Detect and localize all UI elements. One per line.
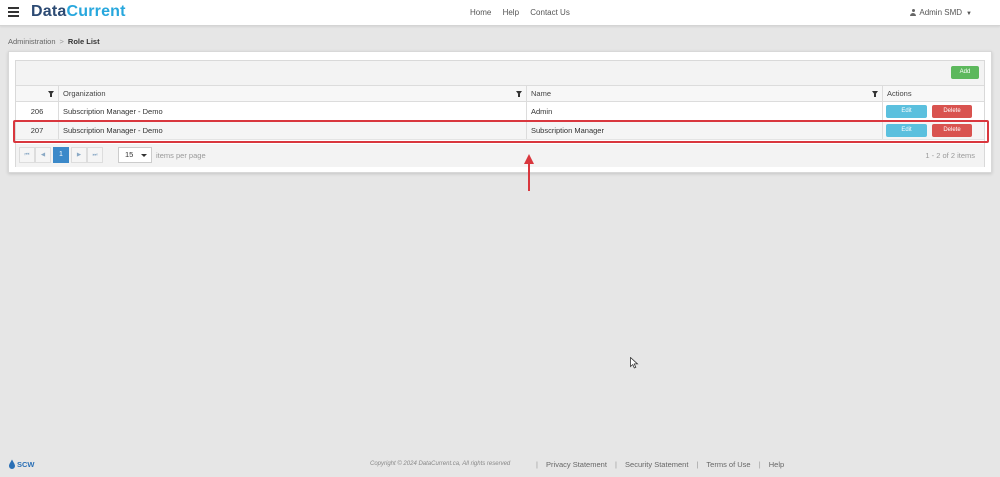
user-menu[interactable]: Admin SMD ▼: [910, 8, 972, 17]
row-actions: Edit Delete: [883, 121, 986, 139]
footer-separator: |: [758, 460, 761, 469]
items-per-page-label: items per page: [156, 151, 206, 160]
column-header-name[interactable]: Name: [527, 86, 883, 101]
logo-part-1: Data: [31, 3, 67, 20]
table-row[interactable]: 207 Subscription Manager - Demo Subscrip…: [16, 121, 984, 140]
page-button-current[interactable]: 1: [53, 147, 69, 163]
column-header-actions: Actions: [887, 89, 912, 98]
nav-contact-link[interactable]: Contact Us: [530, 8, 570, 17]
items-count: 1 - 2 of 2 items: [925, 151, 975, 160]
breadcrumb: Administration > Role List: [8, 37, 100, 46]
row-actions: Edit Delete: [883, 102, 986, 120]
table-row[interactable]: 206 Subscription Manager - Demo Admin Ed…: [16, 102, 984, 121]
column-header-organization[interactable]: Organization: [59, 86, 527, 101]
grid-header: Organization Name Actions: [16, 86, 984, 102]
mouse-cursor-icon: [630, 357, 639, 369]
last-page-icon[interactable]: ⏭: [87, 147, 103, 163]
footer-separator: |: [536, 460, 538, 469]
help-link[interactable]: Help: [769, 460, 784, 469]
page-size-value: 15: [125, 150, 134, 159]
menu-icon[interactable]: [8, 7, 19, 17]
filter-icon[interactable]: [48, 91, 54, 97]
footer-separator: |: [615, 460, 617, 469]
app-logo[interactable]: DataCurrent: [31, 3, 126, 21]
column-header-name-label: Name: [531, 89, 552, 98]
svg-text:SCW: SCW: [17, 460, 35, 469]
row-id: 206: [16, 102, 59, 120]
nav-help-link[interactable]: Help: [503, 8, 519, 17]
nav-home-link[interactable]: Home: [470, 8, 491, 17]
grid-pager: ⏮ ◀ 1 ▶ ⏭ 15 items per page 1 - 2 of 2 i…: [16, 144, 984, 167]
column-header-organization-label: Organization: [63, 89, 106, 98]
first-page-icon[interactable]: ⏮: [19, 147, 35, 163]
row-id: 207: [16, 121, 59, 139]
row-name: Admin: [527, 102, 883, 120]
caret-down-icon: [141, 154, 147, 157]
delete-button[interactable]: Delete: [932, 105, 972, 118]
terms-link[interactable]: Terms of Use: [706, 460, 750, 469]
role-grid: Add Organization Name Actions 206 Subscr…: [15, 60, 985, 167]
breadcrumb-current: Role List: [67, 37, 100, 46]
copyright-text: Copyright © 2024 DataCurrent.ca, All rig…: [370, 461, 511, 467]
grid-toolbar: Add: [16, 61, 984, 86]
row-organization: Subscription Manager - Demo: [59, 121, 527, 139]
logo-part-2: Current: [66, 3, 126, 20]
footer-links: | Privacy Statement | Security Statement…: [530, 460, 784, 469]
edit-button[interactable]: Edit: [886, 124, 927, 137]
privacy-link[interactable]: Privacy Statement: [546, 460, 607, 469]
breadcrumb-separator: >: [59, 37, 64, 46]
content-panel: Add Organization Name Actions 206 Subscr…: [8, 51, 992, 173]
next-page-icon[interactable]: ▶: [71, 147, 87, 163]
security-link[interactable]: Security Statement: [625, 460, 688, 469]
add-button[interactable]: Add: [951, 66, 979, 79]
footer-separator: |: [696, 460, 699, 469]
filter-icon[interactable]: [516, 91, 522, 97]
annotation-arrow: [527, 162, 530, 191]
delete-button[interactable]: Delete: [932, 124, 972, 137]
column-header-id: [16, 86, 59, 101]
scw-logo: SCW: [9, 459, 35, 469]
footer: SCW Copyright © 2024 DataCurrent.ca, All…: [0, 456, 1000, 474]
user-icon: [910, 9, 917, 16]
page-size-select[interactable]: 15: [118, 147, 152, 163]
top-nav: Home Help Contact Us: [470, 8, 579, 17]
caret-down-icon: ▼: [966, 11, 972, 17]
breadcrumb-root[interactable]: Administration: [8, 37, 56, 46]
top-navbar: DataCurrent Home Help Contact Us Admin S…: [0, 0, 1000, 26]
filter-icon[interactable]: [872, 91, 878, 97]
row-name: Subscription Manager: [527, 121, 883, 139]
edit-button[interactable]: Edit: [886, 105, 927, 118]
user-name: Admin SMD: [919, 8, 963, 17]
row-organization: Subscription Manager - Demo: [59, 102, 527, 120]
prev-page-icon[interactable]: ◀: [35, 147, 51, 163]
